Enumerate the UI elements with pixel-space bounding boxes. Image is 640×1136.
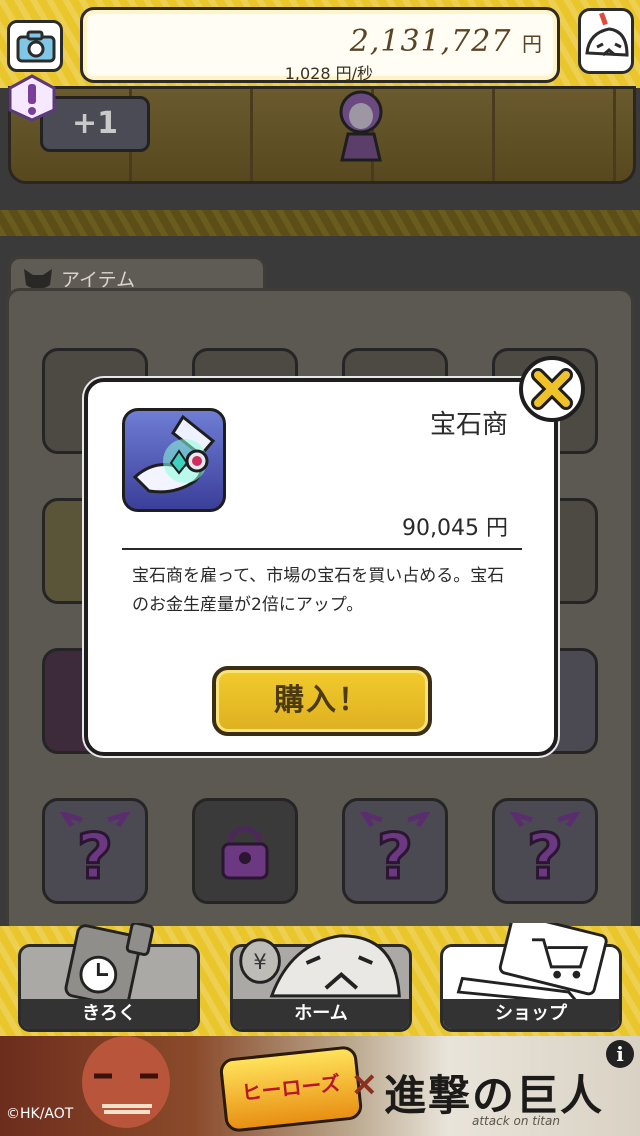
item-name: 宝石商 <box>429 410 508 440</box>
item-detail-dialog: 宝石商 90,045 円 宝石商を雇って、市場の宝石を買い占める。宝石のお金生産… <box>84 378 558 756</box>
item-description: 宝石商を雇って、市場の宝石を買い占める。宝石のお金生産量が2倍にアップ。 <box>132 566 505 615</box>
ad-copyright: ©HK/AOT <box>6 1106 74 1122</box>
item-price: 90,045 円 <box>402 516 508 541</box>
titan-illustration <box>82 1036 170 1128</box>
ad-cross: × <box>350 1064 379 1104</box>
info-icon[interactable]: i <box>606 1040 634 1068</box>
ad-subtitle: attack on titan <box>472 1114 560 1128</box>
jeweler-hand-icon <box>132 414 216 494</box>
divider <box>122 548 522 550</box>
close-icon <box>531 368 573 410</box>
buy-button[interactable]: 購入！ <box>212 666 432 736</box>
ad-banner[interactable]: ヒーローズ × 進撃の巨人 attack on titan <box>0 1036 640 1136</box>
ad-logo-heroes: ヒーローズ <box>218 1044 364 1134</box>
close-button[interactable] <box>519 356 585 422</box>
item-icon <box>122 408 226 512</box>
